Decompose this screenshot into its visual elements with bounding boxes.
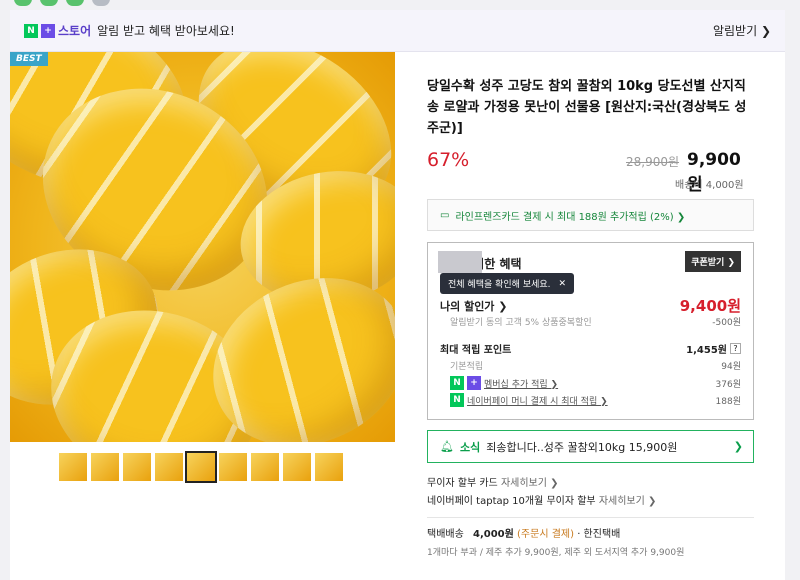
plus-icon: + (41, 23, 55, 38)
my-discount-price: 9,400원 (679, 297, 741, 315)
max-points-label: 최대 적립 포인트 (440, 345, 512, 356)
benefit-box: 을 위한 혜택 쿠폰받기 ❯ 전체 혜택을 확인해 보세요. ✕ 나의 할인가 … (427, 242, 754, 420)
npay-icon: N (450, 393, 464, 407)
thumbnail-strip (58, 451, 344, 483)
thumbnail[interactable] (154, 452, 184, 482)
tab-dot (14, 0, 32, 6)
naver-n-icon: N (24, 23, 38, 38)
store-logo-text: 스토어 (58, 24, 92, 38)
plus-icon: + (467, 376, 481, 390)
chevron-right-icon: ❯ (733, 440, 743, 453)
discount-detail-row: 알림받기 동의 고객 5% 상품중복할인 -500원 (440, 315, 741, 328)
base-points-label: 기본적립 (450, 362, 484, 372)
blurred-username (438, 251, 482, 273)
thumbnail[interactable] (90, 452, 120, 482)
installment-card-link[interactable]: 자세히보기 ❯ (501, 478, 559, 489)
thumbnail[interactable] (314, 452, 344, 482)
product-title: 당일수확 성주 고당도 참외 꿀참외 10kg 당도선별 산지직송 로얄과 가정… (427, 79, 747, 136)
npay-label: 네이버페이 머니 결제 시 최대 적립 ❯ (467, 396, 608, 407)
courier: · 한진택배 (577, 529, 621, 540)
base-points-row: 기본적립 94원 (440, 359, 741, 372)
help-icon[interactable]: ? (730, 343, 741, 354)
best-badge: BEST (10, 52, 48, 66)
tab-dot (92, 0, 110, 6)
benefit-tooltip: 전체 혜택을 확인해 보세요. ✕ (440, 273, 575, 294)
npay-installment-link[interactable]: 자세히보기 ❯ (599, 496, 657, 507)
close-icon[interactable]: ✕ (559, 279, 567, 289)
pay-on-order: (주문시 결제) (517, 529, 575, 540)
subscribe-alert-button[interactable]: 알림받기 ❯ (713, 22, 771, 39)
naver-n-icon: N (450, 376, 464, 390)
thumbnail[interactable] (218, 452, 248, 482)
tooltip-text: 전체 혜택을 확인해 보세요. (448, 280, 551, 290)
membership-points-row[interactable]: N + 멤버십 추가 적립 ❯ 376원 (440, 376, 741, 390)
my-discount-row[interactable]: 나의 할인가 ❯ 9,400원 (440, 295, 741, 316)
shipping-type: 택배배송 (427, 529, 464, 540)
discount-amount: -500원 (712, 318, 741, 328)
discount-rate: 67% (427, 149, 470, 171)
tab-dot (66, 0, 84, 6)
membership-label: 멤버십 추가 적립 ❯ (484, 379, 559, 390)
thumbnail-active[interactable] (185, 451, 217, 483)
membership-points: 376원 (715, 379, 741, 390)
sale-news-tag: 소식 (459, 440, 481, 454)
notification-bar: N + 스토어 알림 받고 혜택 받아보세요! 알림받기 ❯ (10, 10, 785, 52)
card-promo-text: 라인프렌즈카드 결제 시 최대 188원 추가적립 (2%) ❯ (455, 211, 686, 223)
shipping-detail: 1개마다 부과 / 제주 추가 9,900원, 제주 외 도서지역 추가 9,9… (427, 548, 685, 558)
bell-icon: 🔔︎ (440, 440, 454, 453)
notification-message: 알림 받고 혜택 받아보세요! (97, 24, 235, 38)
installment-info: 무이자 할부 카드 자세히보기 ❯ 네이버페이 taptap 10개월 무이자 … (427, 475, 754, 511)
npay-points-row[interactable]: N 네이버페이 머니 결제 시 최대 적립 ❯ 188원 (440, 393, 741, 407)
base-points: 94원 (721, 362, 741, 372)
shipping-fee: 배송비 4,000원 (675, 180, 744, 191)
sale-news-text: 죄송합니다..성주 꿀참외10kg 15,900원 (486, 440, 678, 454)
card-promo-banner[interactable]: ▭ 라인프렌즈카드 결제 시 최대 188원 추가적립 (2%) ❯ (427, 199, 754, 231)
max-points: 1,455원 (686, 345, 727, 356)
npay-points: 188원 (715, 396, 741, 407)
product-image[interactable]: BEST (10, 52, 395, 442)
product-main: BEST 당일수확 성주 고당도 참외 꿀참외 10kg 당도선별 산지직송 로… (10, 52, 785, 580)
shipping-fee-value: 4,000원 (473, 529, 514, 540)
npay-installment-label: 네이버페이 taptap 10개월 무이자 할부 (427, 496, 596, 507)
credit-card-icon: ▭ (440, 209, 450, 221)
discount-detail: 알림받기 동의 고객 5% 상품중복할인 (450, 318, 592, 328)
thumbnail[interactable] (282, 452, 312, 482)
max-points-row: 최대 적립 포인트 1,455원 ? (440, 341, 741, 356)
thumbnail[interactable] (250, 452, 280, 482)
divider (427, 517, 754, 518)
sale-news-bar[interactable]: 🔔︎ 소식 죄송합니다..성주 꿀참외10kg 15,900원 ❯ (427, 430, 754, 463)
my-discount-label: 나의 할인가 ❯ (440, 299, 508, 313)
npay-label-wrap: N 네이버페이 머니 결제 시 최대 적립 ❯ (450, 393, 608, 407)
thumbnail[interactable] (58, 452, 88, 482)
thumbnail[interactable] (122, 452, 152, 482)
shipping-info: 택배배송 4,000원 (주문시 결제) · 한진택배 1개마다 부과 / 제주… (427, 526, 754, 562)
membership-label-wrap: N + 멤버십 추가 적립 ❯ (450, 376, 558, 390)
coupon-button[interactable]: 쿠폰받기 ❯ (685, 251, 741, 272)
naver-plus-store-logo: N + 스토어 (24, 22, 91, 39)
browser-tab-dots (14, 0, 110, 6)
tab-dot (40, 0, 58, 6)
original-price: 28,900원 (626, 155, 680, 169)
installment-card-label: 무이자 할부 카드 (427, 478, 498, 489)
